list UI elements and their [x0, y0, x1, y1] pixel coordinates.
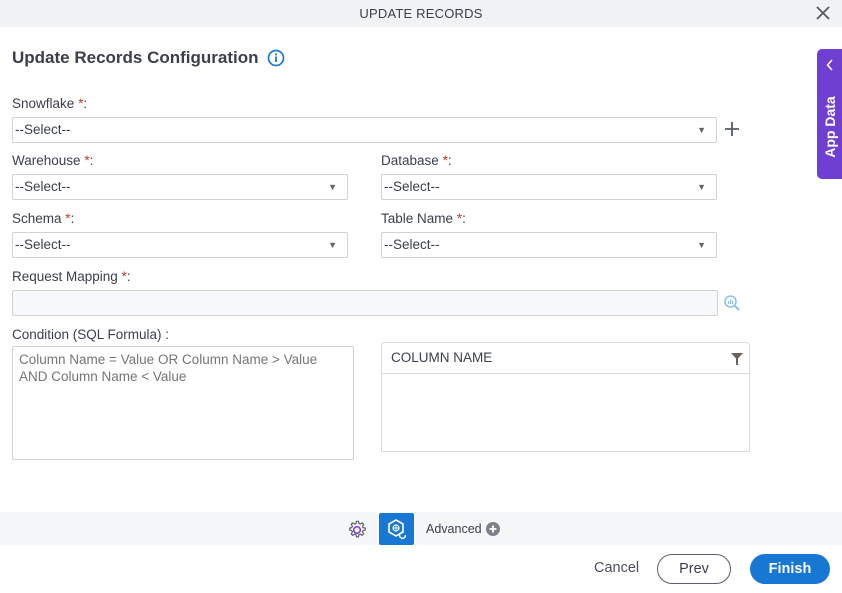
table-name-label-text: Table Name — [381, 211, 454, 226]
dropdown-arrow-icon: ▼ — [328, 182, 337, 192]
kubernetes-icon — [388, 519, 407, 540]
kubernetes-button[interactable] — [379, 513, 414, 545]
label-suffix: : — [70, 211, 75, 226]
close-icon[interactable] — [814, 4, 832, 22]
dialog-titlebar: UPDATE RECORDS — [0, 0, 842, 27]
chevron-left-icon — [826, 59, 833, 71]
condition-textarea[interactable] — [12, 346, 354, 460]
snowflake-label-text: Snowflake — [12, 96, 75, 111]
cancel-button[interactable]: Cancel — [594, 560, 639, 576]
dialog-title: UPDATE RECORDS — [359, 6, 483, 21]
warehouse-label-text: Warehouse — [12, 153, 81, 168]
database-label-text: Database — [381, 153, 439, 168]
schema-select-value: --Select-- — [15, 237, 71, 252]
bottom-toolbar — [0, 512, 842, 545]
snowflake-select-value: --Select-- — [15, 122, 71, 137]
app-data-label: App Data — [821, 96, 838, 158]
finish-button[interactable]: Finish — [750, 554, 830, 584]
app-data-tab[interactable]: App Data — [817, 49, 842, 179]
database-select[interactable]: --Select-- ▼ — [381, 174, 717, 200]
gear-icon[interactable] — [346, 519, 368, 541]
request-mapping-label: Request Mapping *: — [12, 269, 131, 284]
column-name-header[interactable]: COLUMN NAME — [382, 343, 749, 374]
schema-label-text: Schema — [12, 211, 62, 226]
label-suffix: : — [462, 211, 466, 226]
warehouse-select[interactable]: --Select-- ▼ — [12, 174, 348, 200]
column-name-header-text: COLUMN NAME — [391, 350, 493, 365]
label-suffix: : — [126, 269, 131, 284]
table-name-select[interactable]: --Select-- ▼ — [381, 232, 717, 258]
plus-circle-icon — [485, 522, 500, 536]
warehouse-label: Warehouse *: — [12, 153, 93, 168]
dropdown-arrow-icon: ▼ — [697, 125, 706, 135]
schema-label: Schema *: — [12, 211, 74, 226]
data-mapper-icon[interactable] — [723, 294, 741, 312]
database-label: Database *: — [381, 153, 452, 168]
snowflake-label: Snowflake *: — [12, 96, 87, 111]
snowflake-select[interactable]: --Select-- ▼ — [12, 117, 717, 143]
page-title: Update Records Configuration — [12, 48, 285, 68]
label-suffix: : — [83, 96, 88, 111]
dropdown-arrow-icon: ▼ — [697, 182, 706, 192]
filter-icon[interactable] — [731, 353, 743, 365]
label-suffix: : — [447, 153, 452, 168]
page-title-text: Update Records Configuration — [12, 48, 259, 67]
column-name-grid: COLUMN NAME — [381, 342, 750, 452]
prev-button[interactable]: Prev — [657, 554, 731, 584]
advanced-toggle[interactable]: Advanced — [426, 522, 500, 536]
warehouse-select-value: --Select-- — [15, 179, 71, 194]
dropdown-arrow-icon: ▼ — [697, 240, 706, 250]
condition-label: Condition (SQL Formula) : — [12, 327, 170, 342]
advanced-label: Advanced — [426, 522, 482, 536]
schema-select[interactable]: --Select-- ▼ — [12, 232, 348, 258]
database-select-value: --Select-- — [384, 179, 440, 194]
table-name-select-value: --Select-- — [384, 237, 440, 252]
label-suffix: : — [89, 153, 94, 168]
request-mapping-field[interactable] — [12, 290, 718, 316]
info-icon[interactable] — [267, 49, 285, 67]
table-name-label: Table Name *: — [381, 211, 466, 226]
request-mapping-label-text: Request Mapping — [12, 269, 118, 284]
dropdown-arrow-icon: ▼ — [328, 240, 337, 250]
add-connection-icon[interactable] — [723, 120, 741, 138]
